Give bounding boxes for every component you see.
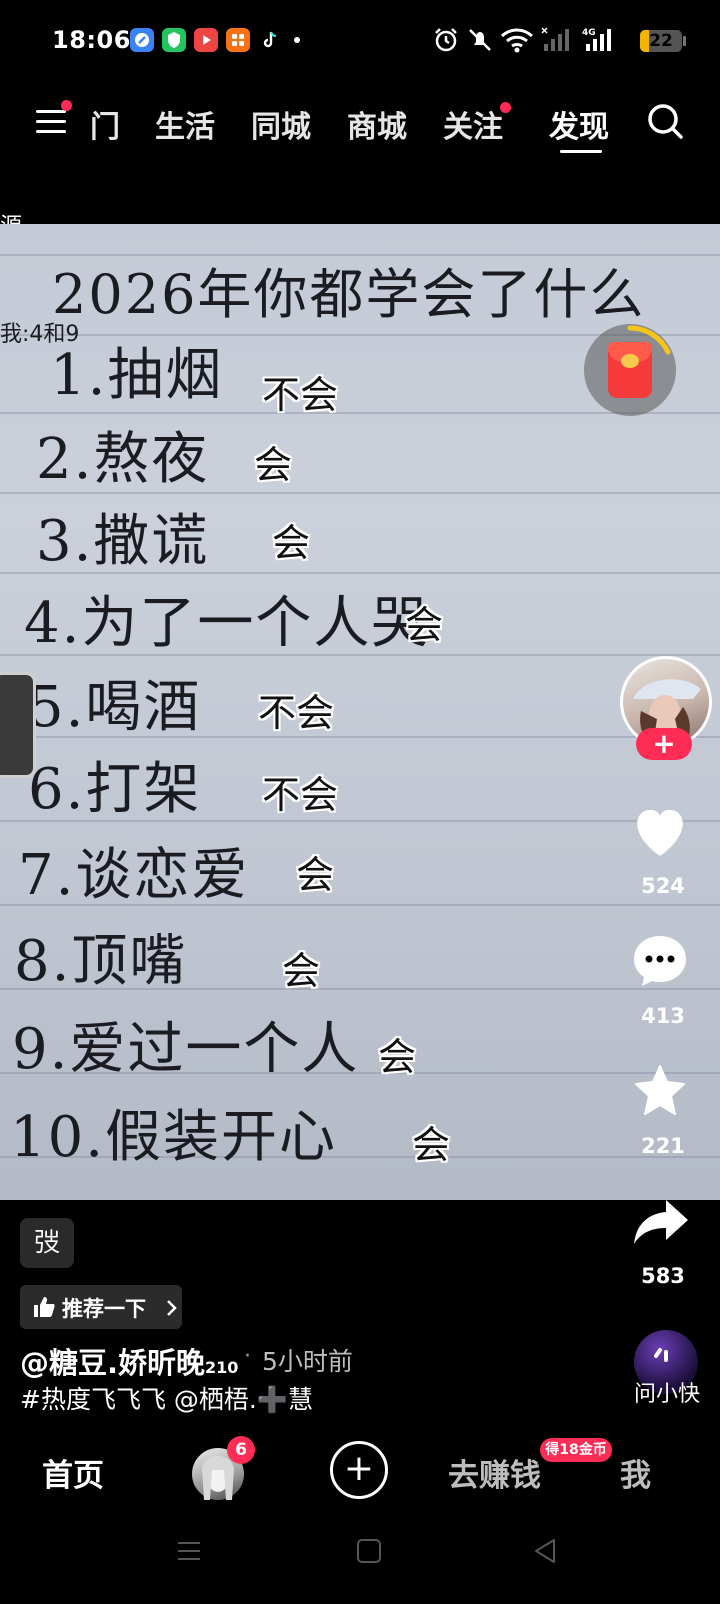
list-item-answer: 会: [378, 1035, 417, 1079]
wifi-icon: [500, 26, 534, 58]
mute-icon: [466, 26, 494, 58]
status-bar: 18:06 4G 22: [0, 0, 720, 80]
list-item-text: 7.谈恋爱: [18, 843, 250, 908]
battery-indicator: 22: [640, 30, 682, 52]
tab-partial[interactable]: 门: [90, 102, 120, 146]
tab-local[interactable]: 同城: [251, 102, 311, 146]
store-app-icon: [226, 28, 250, 52]
like-icon[interactable]: [632, 806, 688, 862]
red-packet-button[interactable]: [584, 324, 676, 416]
video-app-icon: [194, 28, 218, 52]
handwritten-title: 2026年你都学会了什么: [52, 263, 646, 326]
list-item-answer: 不会: [262, 773, 339, 817]
list-item-text: 4.为了一个人哭: [24, 591, 430, 656]
shield-app-icon: [162, 28, 186, 52]
home-system-icon[interactable]: [356, 1538, 382, 1568]
back-icon[interactable]: [532, 1538, 558, 1568]
tag-chip[interactable]: 弢: [20, 1218, 74, 1268]
tab-discover[interactable]: 发现: [549, 102, 609, 146]
menu-notification-dot: [61, 100, 72, 111]
list-item-text: 3.撒谎: [36, 509, 210, 574]
battery-cap: [683, 36, 686, 46]
status-time: 18:06: [52, 26, 131, 54]
favorite-star-icon[interactable]: [632, 1064, 688, 1122]
author-handle: @糖豆.娇昕晚: [20, 1346, 206, 1380]
list-item-text: 8.顶嘴: [14, 929, 188, 994]
like-count: 524: [641, 874, 685, 898]
list-item-text: 5.喝酒: [28, 675, 202, 740]
chevron-right-icon: [167, 1300, 177, 1316]
author-name[interactable]: @糖豆.娇昕晚210: [20, 1340, 238, 1382]
comment-count: 413: [641, 1004, 685, 1028]
side-drawer-handle[interactable]: [0, 672, 36, 778]
comment-icon[interactable]: [632, 934, 688, 992]
list-item-answer: 不会: [258, 691, 335, 735]
share-icon[interactable]: [632, 1196, 690, 1252]
separator: ·: [244, 1344, 251, 1369]
list-item-answer: 会: [272, 521, 311, 565]
video-caption[interactable]: #热度飞飞飞 @栖梧.➕慧: [20, 1380, 313, 1416]
tiktok-icon: [258, 28, 282, 52]
recommend-button[interactable]: 推荐一下: [20, 1285, 182, 1329]
list-item-answer: 不会: [262, 373, 339, 417]
menu-icon[interactable]: [36, 108, 68, 136]
search-icon[interactable]: [646, 102, 686, 146]
battery-level: 22: [649, 31, 673, 51]
browser-icon: [130, 28, 154, 52]
svg-text:4G: 4G: [582, 28, 596, 38]
alarm-icon: [432, 26, 460, 58]
thumbs-up-icon: [34, 1297, 55, 1317]
list-item-text: 6.打架: [28, 757, 202, 822]
create-button[interactable]: +: [330, 1441, 388, 1499]
gold-coin-icon: [621, 354, 639, 368]
plus-icon: +: [652, 727, 676, 760]
favorite-count: 221: [641, 1134, 685, 1158]
list-item-answer: 会: [412, 1123, 451, 1167]
recommend-label: 推荐一下: [62, 1297, 146, 1321]
following-notification-dot: [500, 102, 511, 113]
tab-earn[interactable]: 去赚钱: [448, 1450, 541, 1495]
plus-icon: +: [343, 1448, 375, 1489]
tab-home[interactable]: 首页: [42, 1450, 104, 1495]
tab-life[interactable]: 生活: [155, 102, 215, 146]
tab-following[interactable]: 关注: [443, 102, 503, 146]
list-item-answer: 会: [296, 853, 335, 897]
tab-me[interactable]: 我: [620, 1450, 651, 1495]
list-item-answer: 会: [254, 443, 293, 487]
post-time: 5小时前: [262, 1347, 353, 1376]
earn-badge: 得18金币: [540, 1438, 612, 1462]
recent-apps-icon[interactable]: [176, 1538, 202, 1568]
signal-weak-icon: [540, 26, 574, 58]
follow-button[interactable]: +: [636, 728, 692, 760]
share-count: 583: [641, 1264, 685, 1288]
list-item-text: 2.熬夜: [36, 427, 210, 492]
signal-4g-icon: 4G: [582, 26, 618, 58]
list-item-text: 9.爱过一个人: [12, 1017, 360, 1082]
list-item-text: 10.假装开心: [10, 1105, 338, 1170]
list-item-text: 1.抽烟: [50, 343, 224, 408]
friends-badge: 6: [227, 1436, 255, 1464]
list-item-answer: 会: [405, 603, 444, 647]
ai-assistant-label[interactable]: 问小快: [620, 1376, 714, 1408]
author-suffix: 210: [205, 1358, 239, 1377]
list-item-answer: 会: [282, 949, 321, 993]
notification-dot: [294, 37, 300, 43]
tab-mall[interactable]: 商城: [347, 102, 407, 146]
active-tab-indicator: [560, 150, 602, 153]
